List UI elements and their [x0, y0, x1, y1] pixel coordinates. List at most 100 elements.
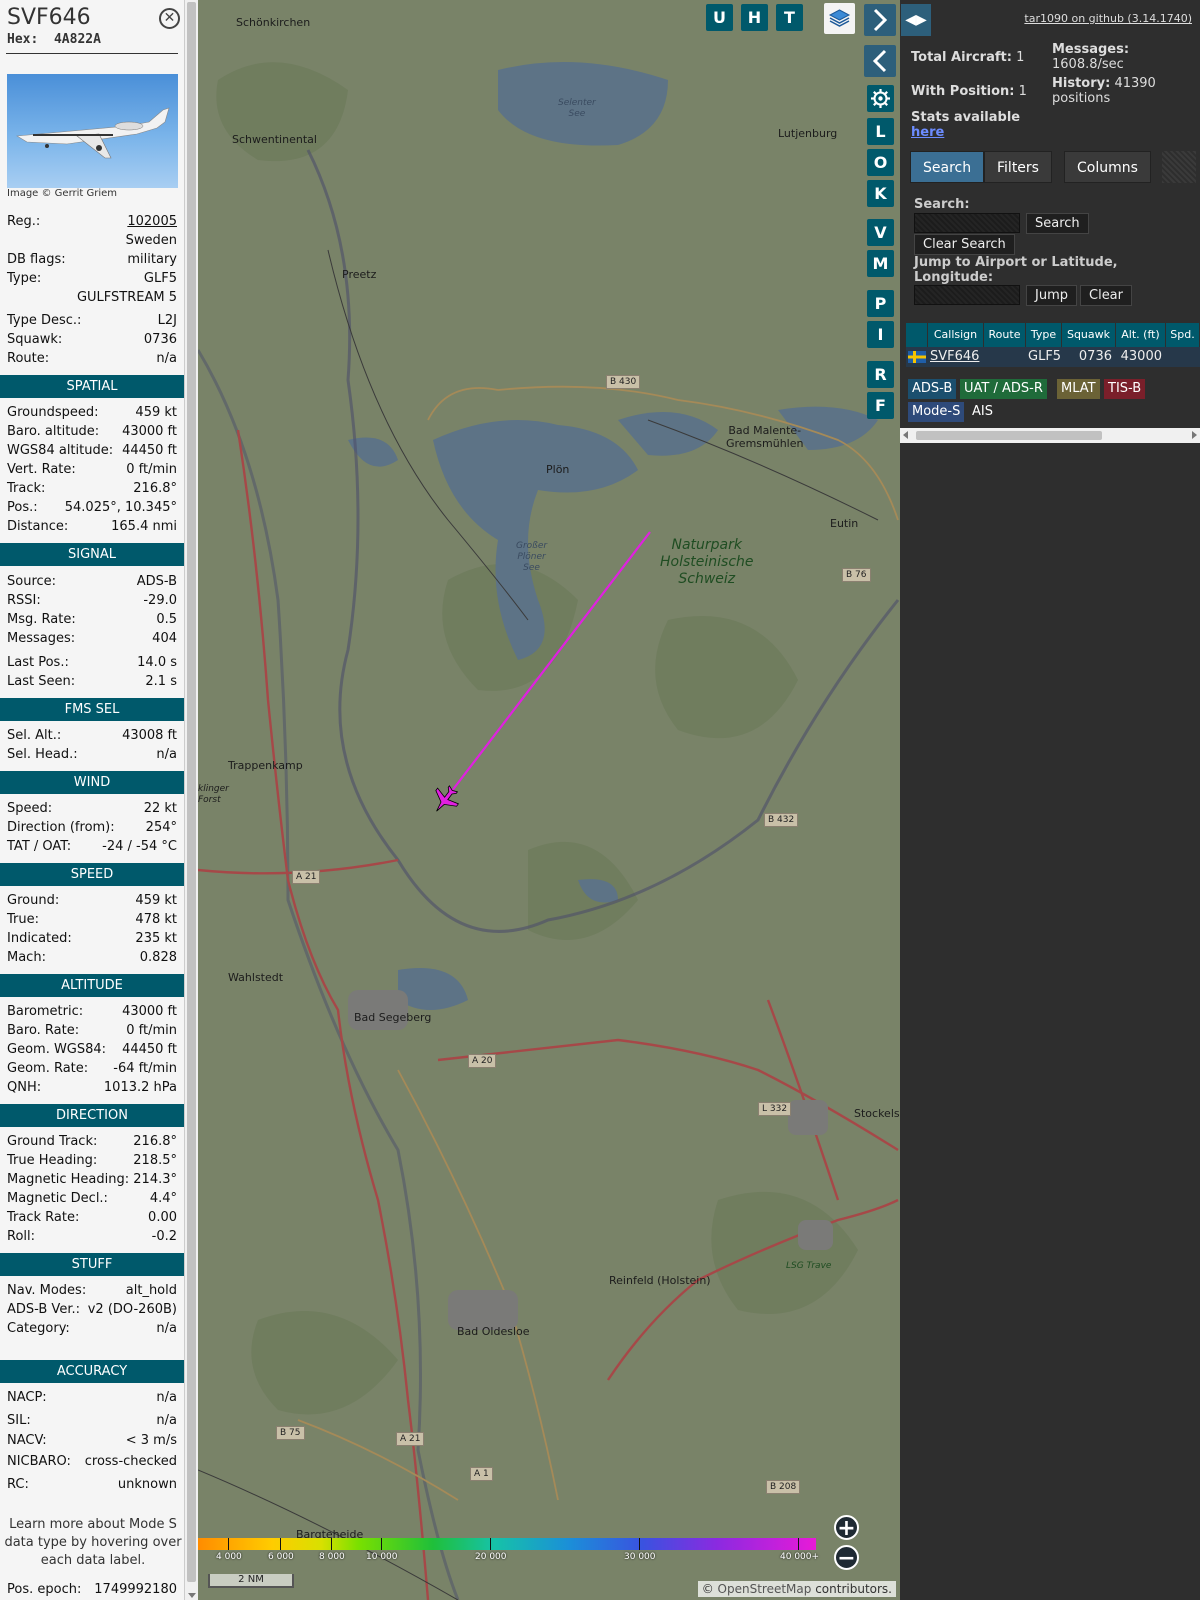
reg-value[interactable]: 102005 — [127, 214, 177, 229]
tab-search[interactable]: Search — [910, 151, 985, 183]
route-value: n/a — [156, 351, 177, 366]
jump-input[interactable] — [914, 285, 1020, 305]
road-shield: L 332 — [758, 1102, 792, 1116]
scale-label: 8 000 — [319, 1552, 345, 1562]
category-label: Category: — [7, 1321, 70, 1336]
geom-rate-value: -64 ft/min — [113, 1061, 177, 1076]
distance-row: Distance: 165.4 nmi — [7, 517, 177, 536]
mag-decl-label: Magnetic Decl.: — [7, 1191, 108, 1206]
source-chip-adsb[interactable]: ADS-B — [908, 379, 957, 399]
place-label: Plön — [546, 463, 570, 476]
scroll-thumb[interactable] — [187, 2, 196, 1582]
close-icon[interactable]: ✕ — [159, 8, 180, 29]
nacv-label: NACV: — [7, 1433, 47, 1448]
github-link[interactable]: tar1090 on github (3.14.1740) — [1024, 12, 1192, 25]
map-button-p[interactable]: P — [867, 290, 894, 317]
sel-alt-value: 43008 ft — [122, 728, 177, 743]
geom-label: Geom. WGS84: — [7, 1042, 107, 1057]
aircraft-photo[interactable] — [7, 74, 178, 188]
map-button-f[interactable]: F — [867, 392, 894, 419]
nic-row: NICBARO: cross-checked — [7, 1452, 177, 1471]
source-value: ADS-B — [136, 574, 177, 589]
table-header-alt[interactable]: Alt. (ft) — [1116, 323, 1166, 347]
map-view[interactable]: Schönkirchen Schwentinental Selenter See… — [198, 0, 900, 1600]
barometric-label: Barometric: — [7, 1004, 84, 1019]
tat-row: TAT / OAT: -24 / -54 °C — [7, 837, 177, 856]
history-label: History: — [1052, 76, 1111, 91]
horizontal-scroll-thumb[interactable] — [916, 431, 1102, 440]
dbflags-label: DB flags: — [7, 252, 66, 267]
map-button-m[interactable]: M — [867, 250, 894, 277]
zoom-in-button[interactable]: + — [834, 1515, 859, 1540]
source-chip-ais[interactable]: AIS — [968, 402, 997, 422]
row-alt[interactable]: 43000 — [1116, 347, 1166, 367]
barometric-value: 43000 ft — [122, 1004, 177, 1019]
map-button-r[interactable]: R — [867, 361, 894, 388]
tab-filters[interactable]: Filters — [984, 151, 1052, 183]
type-row: Type: GLF5 — [7, 269, 177, 288]
row-callsign[interactable]: SVF646 — [928, 347, 984, 367]
panel-resize-button[interactable]: ◀▶ — [901, 4, 931, 36]
scale-label: 6 000 — [268, 1552, 294, 1562]
aircraft-marker-icon[interactable] — [426, 781, 464, 819]
collapse-left-button[interactable] — [864, 45, 896, 77]
table-horizontal-scrollbar[interactable] — [900, 428, 1200, 443]
wind-dir-label: Direction (from): — [7, 820, 115, 835]
map-button-u[interactable]: U — [706, 4, 733, 31]
route-label: Route: — [7, 351, 50, 366]
settings-button[interactable] — [867, 85, 894, 112]
nav-modes-value: alt_hold — [125, 1283, 177, 1298]
jump-button[interactable]: Jump — [1026, 285, 1077, 306]
clear-search-button[interactable]: Clear Search — [914, 234, 1015, 255]
layers-button[interactable] — [824, 3, 855, 34]
tab-columns[interactable]: Columns — [1064, 151, 1151, 183]
map-button-i[interactable]: I — [867, 321, 894, 348]
map-button-l[interactable]: L — [867, 118, 894, 145]
map-button-v[interactable]: V — [867, 219, 894, 246]
table-row[interactable] — [906, 347, 928, 367]
table-header-route[interactable]: Route — [984, 323, 1026, 347]
stats-here-link[interactable]: here — [911, 125, 944, 140]
row-route[interactable] — [984, 347, 1026, 367]
table-header-callsign[interactable]: Callsign — [928, 323, 984, 347]
expand-right-button[interactable] — [864, 4, 896, 36]
row-type[interactable]: GLF5 — [1026, 347, 1062, 367]
source-chip-modes[interactable]: Mode-S — [908, 402, 965, 422]
vert-rate-label: Vert. Rate: — [7, 462, 76, 477]
table-header-type[interactable]: Type — [1026, 323, 1062, 347]
row-squawk[interactable]: 0736 — [1062, 347, 1116, 367]
source-chip-tisb[interactable]: TIS-B — [1104, 379, 1146, 399]
clear-button[interactable]: Clear — [1080, 285, 1132, 306]
vert-rate-row: Vert. Rate: 0 ft/min — [7, 460, 177, 479]
section-fms: FMS SEL — [0, 698, 184, 721]
scroll-left-icon[interactable] — [903, 431, 908, 439]
reg-link[interactable]: 102005 — [127, 212, 177, 231]
roll-row: Roll: -0.2 — [7, 1227, 177, 1246]
nic-value: cross-checked — [84, 1454, 177, 1469]
info-panel-scrollbar[interactable] — [184, 0, 198, 1600]
squawk-label: Squawk: — [7, 332, 63, 347]
table-header-speed[interactable]: Spd. — [1166, 323, 1200, 347]
scroll-right-icon[interactable] — [1192, 431, 1197, 439]
osm-link[interactable]: OpenStreetMap — [718, 1582, 812, 1596]
with-position-label: With Position: — [911, 84, 1015, 99]
map-button-k[interactable]: K — [867, 180, 894, 207]
map-button-t[interactable]: T — [776, 4, 803, 31]
zoom-out-button[interactable]: − — [834, 1545, 859, 1570]
search-button[interactable]: Search — [1026, 213, 1089, 234]
table-header-squawk[interactable]: Squawk — [1062, 323, 1116, 347]
source-row: Source: ADS-B — [7, 572, 177, 591]
nav-modes-label: Nav. Modes: — [7, 1283, 87, 1298]
search-input[interactable] — [914, 213, 1020, 233]
source-chip-uat[interactable]: UAT / ADS-R — [960, 379, 1047, 399]
map-button-o[interactable]: O — [867, 149, 894, 176]
scale-label: 30 000 — [624, 1552, 656, 1562]
place-label: klinger Forst — [198, 784, 229, 805]
row-speed[interactable] — [1166, 347, 1200, 367]
scroll-down-icon[interactable] — [188, 1593, 196, 1598]
typedesc-label: Type Desc.: — [7, 313, 82, 328]
position-row: Pos.: 54.025°, 10.345° — [7, 498, 177, 517]
chevron-left-icon — [872, 49, 887, 73]
source-chip-mlat[interactable]: MLAT — [1057, 379, 1100, 399]
map-button-h[interactable]: H — [741, 4, 768, 31]
